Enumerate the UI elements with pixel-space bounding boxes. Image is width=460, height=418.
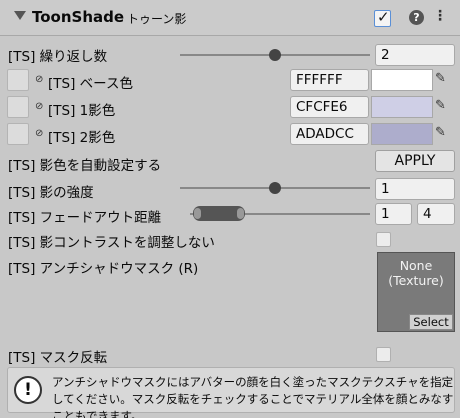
info-text: アンチシャドウマスクにはアバターの顔を白く塗ったマスクテクスチャを指定してくださ…: [52, 375, 454, 418]
antishadow-mask-label: [TS] アンチシャドウマスク (R): [8, 261, 199, 277]
component-header: ToonShade トゥーン影 ✓ ? ⋮: [0, 0, 460, 36]
link-icon: ⊘: [35, 74, 44, 85]
shade2-color-texture-slot[interactable]: [7, 123, 29, 145]
mask-invert-checkbox[interactable]: [376, 347, 391, 362]
base-color-label: [TS] ベース色: [48, 76, 133, 92]
shade-strength-slider-thumb[interactable]: [269, 182, 281, 194]
fade-min-field[interactable]: 1: [375, 203, 412, 225]
no-contrast-label: [TS] 影コントラストを調整しない: [8, 235, 215, 251]
shade1-color-swatch[interactable]: [371, 96, 433, 118]
foldout-arrow-icon[interactable]: [14, 11, 26, 20]
shade-steps-label: [TS] 繰り返し数: [8, 49, 108, 65]
link-icon: ⊘: [35, 128, 44, 139]
apply-button[interactable]: APPLY: [375, 150, 455, 172]
mask-invert-label: [TS] マスク反転: [8, 350, 108, 366]
link-icon: ⊘: [35, 101, 44, 112]
eyedropper-icon[interactable]: ✎: [435, 125, 446, 140]
shade-steps-field[interactable]: 2: [375, 44, 455, 66]
help-icon[interactable]: ?: [409, 10, 424, 25]
base-color-texture-slot[interactable]: [7, 69, 29, 91]
kebab-menu-icon[interactable]: ⋮: [433, 8, 447, 24]
eyedropper-icon[interactable]: ✎: [435, 71, 446, 86]
base-color-swatch[interactable]: [371, 69, 433, 91]
shade1-color-hex-field[interactable]: CFCFE6: [290, 96, 369, 118]
texture-select-button[interactable]: Select: [409, 314, 453, 330]
shade2-color-label: [TS] 2影色: [48, 130, 116, 146]
shade2-color-hex-field[interactable]: ADADCC: [290, 123, 369, 145]
texture-none-text: None (Texture): [388, 258, 444, 288]
enable-checkbox[interactable]: ✓: [374, 8, 391, 27]
fade-distance-label: [TS] フェードアウト距離: [8, 210, 162, 226]
shade2-color-swatch[interactable]: [371, 123, 433, 145]
info-helpbox: ! アンチシャドウマスクにはアバターの顔を白く塗ったマスクテクスチャを指定してく…: [7, 367, 455, 418]
auto-shade-label: [TS] 影色を自動設定する: [8, 158, 162, 174]
fade-max-field[interactable]: 4: [417, 203, 455, 225]
shade-strength-label: [TS] 影の強度: [8, 185, 94, 201]
check-icon: ✓: [377, 8, 390, 26]
fade-distance-range-handle[interactable]: [193, 206, 245, 221]
antishadow-mask-texture-field[interactable]: None (Texture) Select: [377, 252, 455, 332]
shade1-color-texture-slot[interactable]: [7, 96, 29, 118]
shade-strength-field[interactable]: 1: [375, 178, 455, 200]
shade-steps-slider-thumb[interactable]: [269, 49, 281, 61]
base-color-hex-field[interactable]: FFFFFF: [290, 69, 369, 91]
shade1-color-label: [TS] 1影色: [48, 103, 116, 119]
eyedropper-icon[interactable]: ✎: [435, 98, 446, 113]
info-exclamation-icon: !: [14, 376, 42, 404]
component-title: ToonShade: [32, 8, 125, 26]
component-subtitle: トゥーン影: [127, 12, 187, 26]
no-contrast-checkbox[interactable]: [376, 232, 391, 247]
